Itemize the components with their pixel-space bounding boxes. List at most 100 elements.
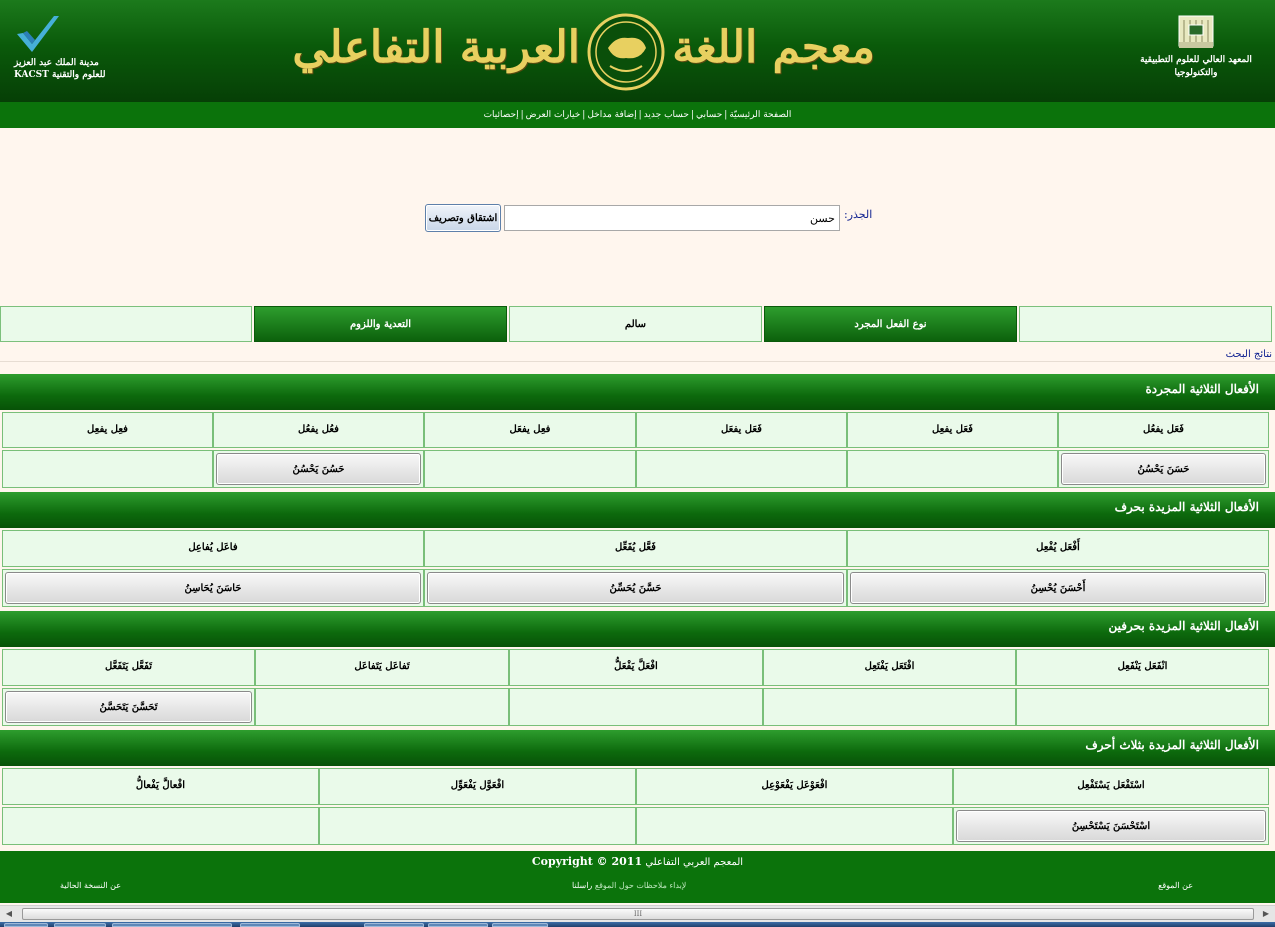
taskbar-item[interactable] <box>492 923 548 927</box>
verb-cell-empty <box>255 688 509 726</box>
scroll-left-arrow-icon[interactable]: ◀ <box>2 908 16 920</box>
pattern-cell: فَعَّل يُفَعِّل <box>424 530 847 567</box>
section-header-mujarrad: الأفعال الثلاثية المجردة <box>0 374 1275 410</box>
nav-display-options[interactable]: خيارات العرض <box>526 110 581 120</box>
filter-row: نوع الفعل المجرد سالم التعدية واللزوم <box>0 306 1275 342</box>
pattern-cell: فَعَل يفعَل <box>636 412 847 448</box>
pattern-cell: فَعَل يفعُل <box>1058 412 1269 448</box>
search-results-label: نتائج البحث <box>1225 349 1272 360</box>
site-footer: المعجم العربي التفاعلي Copyright © 2011 … <box>0 851 1275 903</box>
section-header-mazeed-three: الأفعال الثلاثية المزيدة بثلاث أحرف <box>0 730 1275 766</box>
institute-building-icon <box>1178 15 1214 48</box>
pattern-cell: افْعَوَّل يَفْعَوِّل <box>319 768 636 805</box>
copyright-line: المعجم العربي التفاعلي Copyright © 2011 <box>0 855 1275 870</box>
taskbar-item[interactable] <box>364 923 424 927</box>
verb-cell: حَسُنَ يَحْسُنُ <box>213 450 424 488</box>
filter-verb-type[interactable]: نوع الفعل المجرد <box>764 306 1017 342</box>
verb-cell-empty <box>2 807 319 845</box>
site-title-right: معجم اللغة <box>672 22 875 73</box>
filter-sound[interactable]: سالم <box>509 306 762 342</box>
site-header: مدينة الملك عبد العزيز للعلوم والتقنية K… <box>0 0 1275 102</box>
verb-cell-empty <box>2 450 213 488</box>
taskbar-item[interactable] <box>112 923 232 927</box>
footer-site-title: المعجم العربي التفاعلي <box>645 857 744 868</box>
institute-name-line1: المعهد العالي للعلوم التطبيقية <box>1140 55 1252 65</box>
pattern-cell: فعُل يفعُل <box>213 412 424 448</box>
verb-button[interactable]: حَسُنَ يَحْسُنُ <box>216 453 421 485</box>
current-version-link[interactable]: عن النسخة الحالية <box>60 881 121 891</box>
pattern-cell: تَفاعَل يَتَفاعَل <box>255 649 509 686</box>
grid-mazeed-two: انْفَعَل يَنْفَعِل افْتَعَل يَفْتَعِل اف… <box>2 649 1271 726</box>
nav-home[interactable]: الصفحة الرئيسيّة <box>729 110 791 120</box>
scroll-right-arrow-icon[interactable]: ▶ <box>1259 908 1273 920</box>
verb-cell: حَسَّنَ يُحَسِّنُ <box>424 569 847 607</box>
institute-logo[interactable]: المعهد العالي للعلوم التطبيقية والتكنولو… <box>1131 12 1261 78</box>
grid-mazeed-three: اسْتَفْعَل يَسْتَفْعِل افْعَوْعَل يَفْعَ… <box>2 768 1271 845</box>
taskbar-item[interactable] <box>54 923 106 927</box>
grid-mujarrad: فَعَل يفعُل فَعَل يفعِل فَعَل يفعَل فعِل… <box>2 412 1271 488</box>
arab-league-emblem-icon <box>587 13 665 91</box>
feedback-text: لإبداء ملاحظات حول الموقع <box>594 881 687 890</box>
scrollbar-grip: III <box>633 910 643 918</box>
os-taskbar <box>0 922 1275 927</box>
checkmark-icon <box>17 16 59 52</box>
pattern-cell: أَفْعَل يُفْعِل <box>847 530 1269 567</box>
pattern-cell: افْعَلَّ يَفْعَلُّ <box>509 649 763 686</box>
verb-cell-empty <box>319 807 636 845</box>
pattern-cell: فَعَل يفعِل <box>847 412 1058 448</box>
start-button[interactable] <box>4 923 48 927</box>
nav-new-account[interactable]: حساب جديد <box>644 110 689 120</box>
top-nav: الصفحة الرئيسيّة|حسابي|حساب جديد|إضافة م… <box>0 102 1275 128</box>
verb-cell-empty <box>424 450 636 488</box>
root-input[interactable] <box>504 205 840 231</box>
page: مدينة الملك عبد العزيز للعلوم والتقنية K… <box>0 0 1275 927</box>
pattern-cell: تَفَعَّل يَتَفَعَّل <box>2 649 255 686</box>
verb-cell-empty <box>509 688 763 726</box>
verb-button[interactable]: أَحْسَنَ يُحْسِنُ <box>850 572 1266 604</box>
verb-button[interactable]: تَحَسَّنَ يَتَحَسَّنُ <box>5 691 252 723</box>
copyright-text: Copyright © 2011 <box>531 855 643 868</box>
filter-transitivity[interactable]: التعدية واللزوم <box>254 306 507 342</box>
pattern-cell: افْتَعَل يَفْتَعِل <box>763 649 1016 686</box>
pattern-cell: افْعالَّ يَفْعالُّ <box>2 768 319 805</box>
verb-cell: تَحَسَّنَ يَتَحَسَّنُ <box>2 688 255 726</box>
nav-separator: | <box>582 110 586 120</box>
grid-mazeed-one: أَفْعَل يُفْعِل فَعَّل يُفَعِّل فاعَل يُ… <box>2 530 1271 607</box>
scrollbar-thumb[interactable]: III <box>22 908 1254 920</box>
verb-button[interactable]: حَسَّنَ يُحَسِّنُ <box>427 572 844 604</box>
nav-separator: | <box>638 110 642 120</box>
verb-button[interactable]: حَاسَنَ يُحَاسِنُ <box>5 572 421 604</box>
divider <box>0 361 1275 362</box>
verb-cell: حَسَنَ يَحْسُنُ <box>1058 450 1269 488</box>
about-site-link[interactable]: عن الموقع <box>1158 881 1193 891</box>
nav-separator: | <box>724 110 728 120</box>
verb-cell: حَاسَنَ يُحَاسِنُ <box>2 569 424 607</box>
taskbar-item[interactable] <box>240 923 300 927</box>
taskbar-item[interactable] <box>428 923 488 927</box>
kacst-logo[interactable]: مدينة الملك عبد العزيز للعلوم والتقنية K… <box>14 14 124 80</box>
verb-cell-empty <box>636 807 953 845</box>
nav-statistics[interactable]: إحصائيات <box>484 110 519 120</box>
verb-cell: أَحْسَنَ يُحْسِنُ <box>847 569 1269 607</box>
contact-us-link[interactable]: راسلنا <box>572 881 592 890</box>
pattern-cell: فاعَل يُفاعِل <box>2 530 424 567</box>
verb-cell-empty <box>763 688 1016 726</box>
filter-cell-empty-left <box>0 306 252 342</box>
derive-conjugate-button[interactable]: اشتقاق وتصريف <box>425 204 501 232</box>
feedback-line: لإبداء ملاحظات حول الموقع راسلنا <box>572 881 686 891</box>
nav-separator: | <box>520 110 524 120</box>
pattern-cell: افْعَوْعَل يَفْعَوْعِل <box>636 768 953 805</box>
verb-button[interactable]: اسْتَحْسَنَ يَسْتَحْسِنُ <box>956 810 1266 842</box>
verb-cell-empty <box>1016 688 1269 726</box>
verb-cell-empty <box>636 450 847 488</box>
section-header-mazeed-one: الأفعال الثلاثية المزيدة بحرف <box>0 492 1275 528</box>
horizontal-scrollbar[interactable]: ◀ III ▶ <box>0 905 1275 922</box>
kacst-name-line1: مدينة الملك عبد العزيز <box>14 58 99 68</box>
verb-cell: اسْتَحْسَنَ يَسْتَحْسِنُ <box>953 807 1269 845</box>
pattern-cell: فعِل يفعِل <box>2 412 213 448</box>
kacst-name-line2: للعلوم والتقنية KACST <box>14 70 106 80</box>
nav-add-entries[interactable]: إضافة مداخل <box>587 110 636 120</box>
site-title: العربية التفاعلي معجم اللغة <box>292 10 875 94</box>
nav-my-account[interactable]: حسابي <box>696 110 722 120</box>
verb-button[interactable]: حَسَنَ يَحْسُنُ <box>1061 453 1266 485</box>
